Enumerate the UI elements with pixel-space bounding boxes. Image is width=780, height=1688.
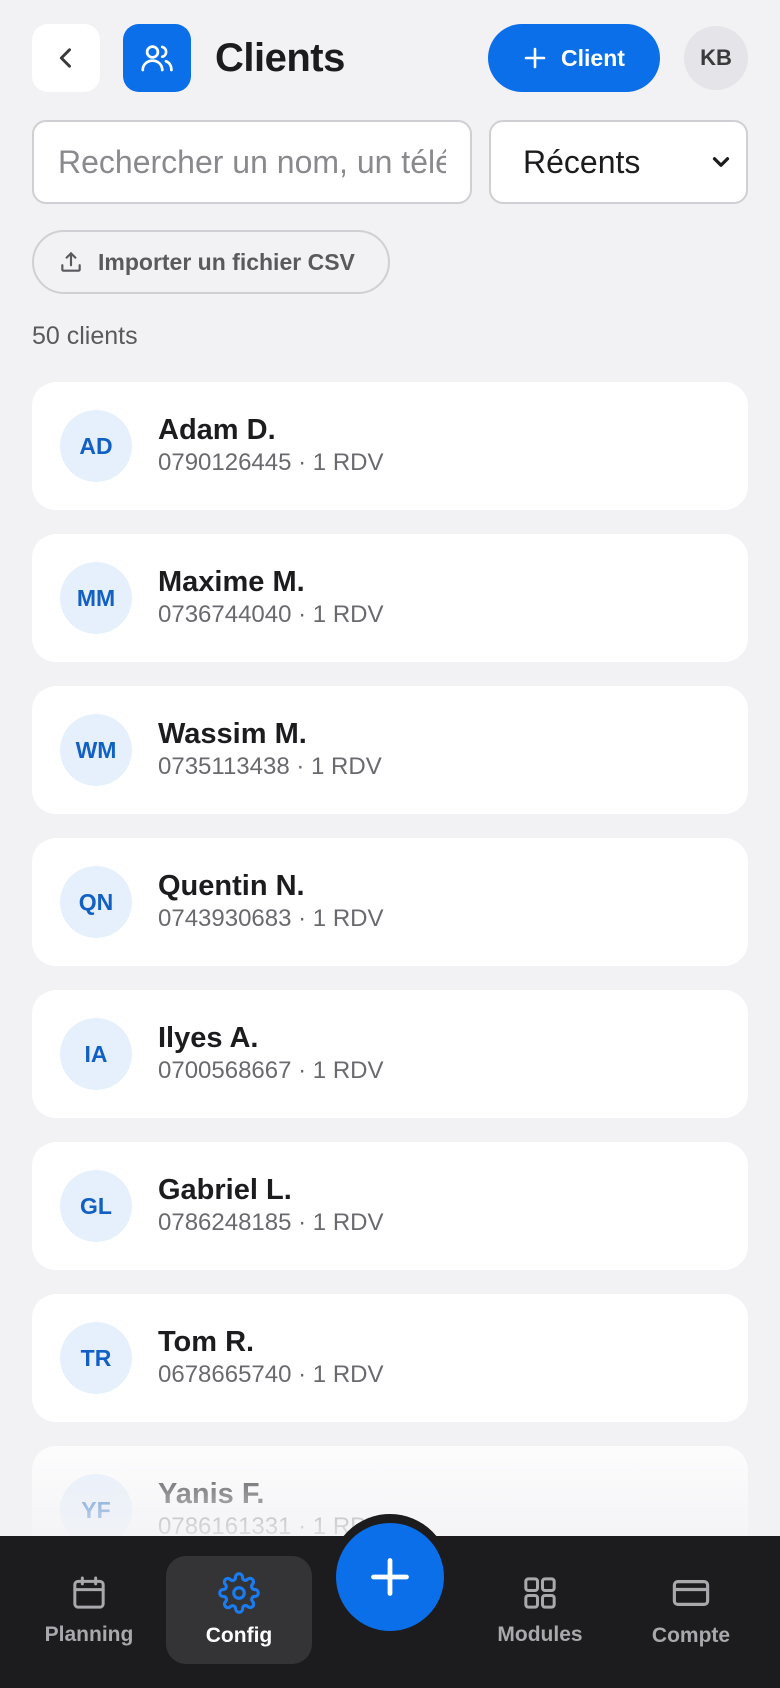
client-phone-appointments: 0786248185 · 1 RDV xyxy=(158,1209,384,1236)
client-initials-avatar: GL xyxy=(60,1170,132,1242)
client-name: Adam D. xyxy=(158,414,276,446)
search-and-sort-row: Récents xyxy=(32,120,748,204)
nav-item-compte[interactable]: Compte xyxy=(618,1556,764,1664)
client-card[interactable]: MM Maxime M. 0736744040 · 1 RDV xyxy=(32,534,748,662)
page-title: Clients xyxy=(215,35,345,80)
client-card[interactable]: TR Tom R. 0678665740 · 1 RDV xyxy=(32,1294,748,1422)
client-initials-avatar: WM xyxy=(60,714,132,786)
client-name: Yanis F. xyxy=(158,1478,265,1510)
back-button[interactable] xyxy=(32,24,100,92)
gear-icon xyxy=(218,1572,260,1614)
client-phone-appointments: 0736744040 · 1 RDV xyxy=(158,601,384,628)
import-csv-label: Importer un fichier CSV xyxy=(98,248,355,275)
sort-selected-value: Récents xyxy=(523,143,641,180)
client-name: Maxime M. xyxy=(158,566,305,598)
plus-icon xyxy=(371,1558,409,1596)
client-phone-appointments: 0790126445 · 1 RDV xyxy=(158,449,384,476)
grid-icon xyxy=(524,1577,556,1609)
client-card[interactable]: IA Ilyes A. 0700568667 · 1 RDV xyxy=(32,990,748,1118)
client-list: AD Adam D. 0790126445 · 1 RDV MM Maxime … xyxy=(32,382,748,1598)
chevron-left-icon xyxy=(59,48,71,68)
nav-item-config[interactable]: Config xyxy=(166,1556,312,1664)
client-name: Ilyes A. xyxy=(158,1022,259,1054)
nav-label-compte: Compte xyxy=(651,1624,731,1647)
credit-card-icon xyxy=(672,1580,710,1606)
client-phone-appointments: 0678665740 · 1 RDV xyxy=(158,1361,384,1388)
client-card[interactable]: GL Gabriel L. 0786248185 · 1 RDV xyxy=(32,1142,748,1270)
floating-add-button[interactable] xyxy=(336,1523,444,1631)
client-initials-avatar: MM xyxy=(60,562,132,634)
client-initials-avatar: TR xyxy=(60,1322,132,1394)
sort-select[interactable]: Récents xyxy=(489,120,748,204)
client-name: Gabriel L. xyxy=(158,1174,292,1206)
client-name: Quentin N. xyxy=(158,870,305,902)
import-csv-button[interactable]: Importer un fichier CSV xyxy=(32,230,390,294)
client-count: 50 clients xyxy=(32,322,138,350)
client-phone-appointments: 0700568667 · 1 RDV xyxy=(158,1057,384,1084)
upload-icon xyxy=(61,252,81,272)
calendar-icon xyxy=(73,1576,105,1609)
add-client-button[interactable]: Client xyxy=(488,24,660,92)
nav-item-modules[interactable]: Modules xyxy=(467,1556,613,1664)
nav-label-config: Config xyxy=(205,1624,273,1647)
client-card[interactable]: AD Adam D. 0790126445 · 1 RDV xyxy=(32,382,748,510)
top-bar: Clients Client KB xyxy=(32,24,748,92)
user-avatar[interactable]: KB xyxy=(684,26,748,90)
client-card[interactable]: WM Wassim M. 0735113438 · 1 RDV xyxy=(32,686,748,814)
client-initials-avatar: QN xyxy=(60,866,132,938)
search-input[interactable] xyxy=(32,120,472,204)
client-phone-appointments: 0735113438 · 1 RDV xyxy=(158,753,382,780)
plus-icon xyxy=(524,47,546,69)
nav-label-planning: Planning xyxy=(44,1623,134,1646)
nav-label-modules: Modules xyxy=(497,1623,583,1646)
chevron-down-icon xyxy=(712,157,730,167)
clients-section-icon xyxy=(123,24,191,92)
client-initials-avatar: IA xyxy=(60,1018,132,1090)
nav-item-planning[interactable]: Planning xyxy=(16,1556,162,1664)
client-name: Wassim M. xyxy=(158,718,307,750)
client-initials-avatar: AD xyxy=(60,410,132,482)
client-name: Tom R. xyxy=(158,1326,255,1358)
client-phone-appointments: 0743930683 · 1 RDV xyxy=(158,905,384,932)
add-client-label: Client xyxy=(561,44,625,71)
users-icon xyxy=(141,45,173,72)
client-card[interactable]: QN Quentin N. 0743930683 · 1 RDV xyxy=(32,838,748,966)
